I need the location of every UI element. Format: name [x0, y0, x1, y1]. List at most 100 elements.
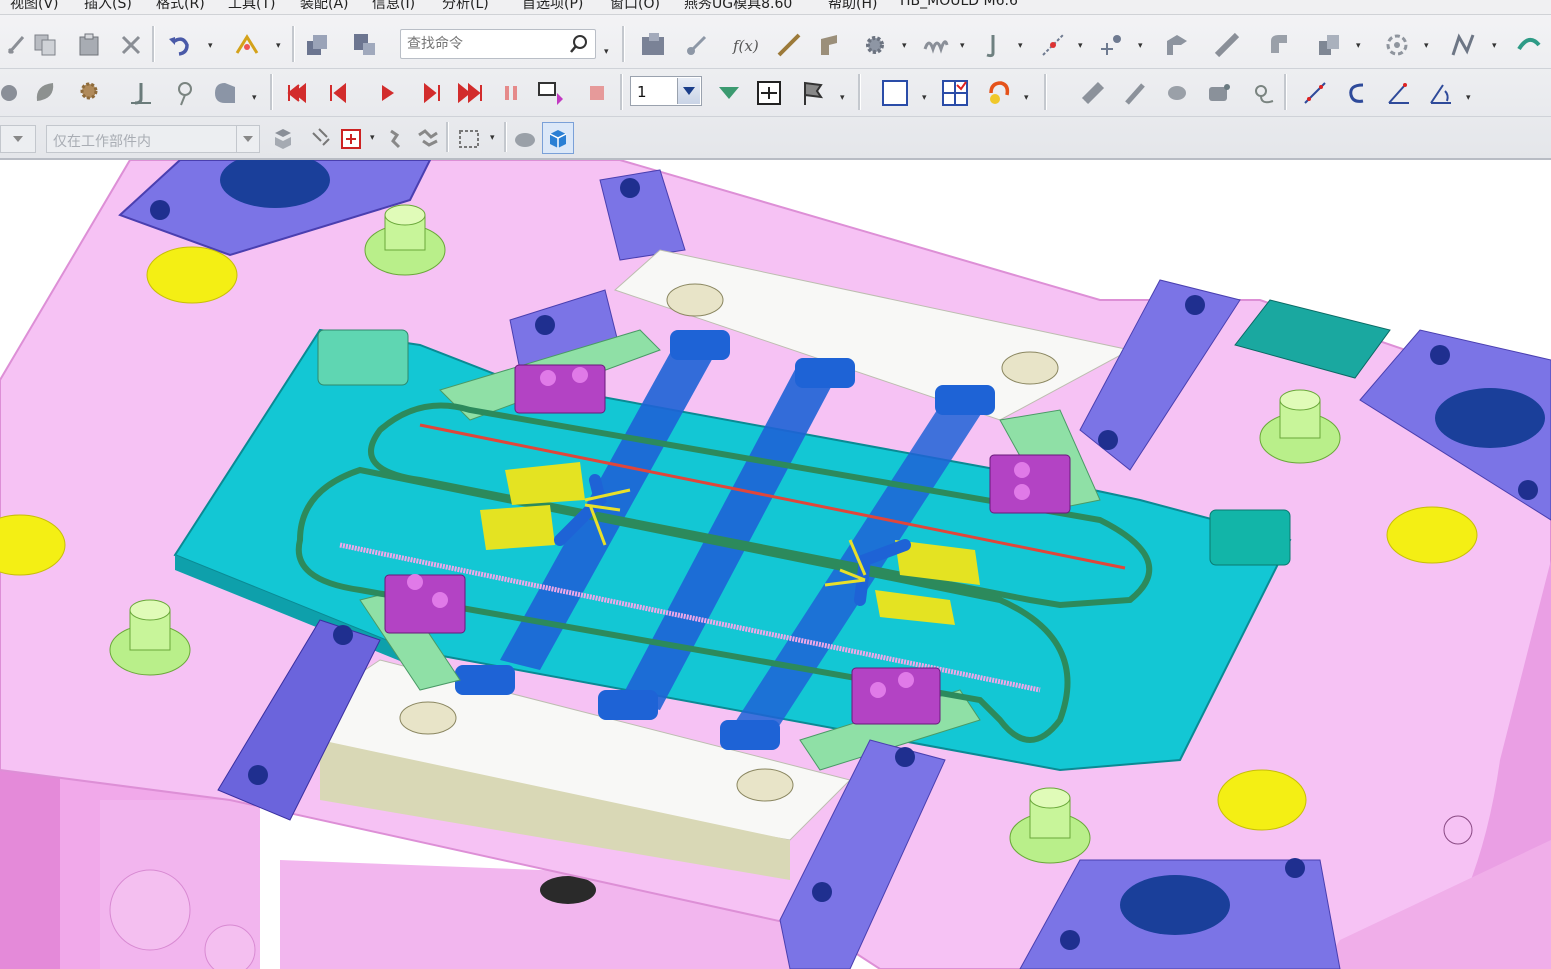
menu-analysis[interactable]: 分析(L)	[442, 0, 489, 13]
refresh-dropdown-icon[interactable]: ▾	[1024, 94, 1032, 103]
menu-help[interactable]: 帮助(H)	[828, 0, 877, 13]
refresh-icon[interactable]	[982, 76, 1016, 110]
point-snap-icon[interactable]	[334, 122, 368, 156]
component-select-icon[interactable]	[266, 122, 300, 156]
curve-on-surface-icon[interactable]	[1246, 76, 1280, 110]
reposition-icon[interactable]	[168, 76, 202, 110]
pause-icon[interactable]	[494, 76, 528, 110]
flag-dropdown-icon[interactable]: ▾	[840, 94, 848, 103]
menu-tools[interactable]: 工具(T)	[228, 0, 275, 13]
curve-icon[interactable]	[976, 28, 1010, 62]
step-forward-icon[interactable]	[416, 76, 450, 110]
pad-icon[interactable]	[1202, 76, 1236, 110]
axis-constraint-icon[interactable]	[752, 76, 786, 110]
selection-scope-combo[interactable]: 仅在工作部件内	[46, 125, 260, 153]
wave-icon[interactable]	[412, 122, 446, 156]
chevron-down-icon[interactable]	[236, 126, 259, 152]
sketch-dropdown-icon[interactable]: ▾	[276, 42, 284, 51]
undo-dropdown-icon[interactable]: ▾	[208, 42, 216, 51]
rectangle-select-icon[interactable]	[452, 122, 486, 156]
thread-icon[interactable]	[1076, 76, 1110, 110]
filter-down-icon[interactable]	[712, 76, 746, 110]
gear-icon[interactable]	[858, 28, 892, 62]
stop-icon[interactable]	[580, 76, 614, 110]
unite-icon[interactable]	[1312, 28, 1346, 62]
measure-icon[interactable]	[1210, 28, 1244, 62]
menu-yanxiu-mold[interactable]: 燕秀UG模具8.60	[684, 0, 792, 13]
graphics-viewport[interactable]	[0, 160, 1551, 969]
delete-icon[interactable]	[114, 28, 148, 62]
point-icon[interactable]	[1094, 28, 1128, 62]
menu-hb-mould[interactable]: HB_MOULD M6.6	[900, 0, 1018, 9]
menu-view[interactable]: 视图(V)	[10, 0, 59, 13]
search-dropdown-icon[interactable]: ▾	[604, 48, 612, 57]
view-frame-icon[interactable]	[878, 76, 912, 110]
arc-icon[interactable]	[1340, 76, 1374, 110]
face-icon[interactable]	[1160, 28, 1194, 62]
step-count-combo[interactable]: 1	[630, 76, 702, 106]
angular-dimension-icon[interactable]	[1424, 76, 1458, 110]
hidden-select-icon[interactable]	[508, 122, 542, 156]
copy-icon[interactable]	[28, 28, 62, 62]
component-gear-icon[interactable]	[72, 76, 106, 110]
rewind-start-icon[interactable]	[280, 76, 314, 110]
command-search-input[interactable]	[405, 30, 569, 58]
paste-icon[interactable]	[72, 28, 106, 62]
rectangle-select-dropdown-icon[interactable]: ▾	[490, 134, 498, 143]
menu-information[interactable]: 信息(I)	[372, 0, 415, 13]
flower-icon[interactable]	[0, 76, 26, 110]
unite-dropdown-icon[interactable]: ▾	[1356, 42, 1364, 51]
move-icon[interactable]	[380, 122, 414, 156]
point-set-icon[interactable]	[680, 28, 714, 62]
rotate-dropdown-icon[interactable]: ▾	[1424, 42, 1432, 51]
chevron-down-icon[interactable]	[677, 78, 700, 104]
extrude-icon[interactable]	[300, 28, 334, 62]
gear-dropdown-icon[interactable]: ▾	[902, 42, 910, 51]
rotate-view-icon[interactable]	[1380, 28, 1414, 62]
dimension-dropdown-icon[interactable]: ▾	[1466, 94, 1474, 103]
spring-dropdown-icon[interactable]: ▾	[960, 42, 968, 51]
insert-block	[851, 667, 941, 725]
constraint-icon[interactable]	[124, 76, 158, 110]
block-feature-icon[interactable]	[636, 28, 670, 62]
type-filter-combo[interactable]	[0, 125, 36, 153]
layer-grid-icon[interactable]	[938, 76, 972, 110]
curve-dropdown-icon[interactable]: ▾	[1018, 42, 1026, 51]
sketch-icon[interactable]	[230, 28, 264, 62]
mold-assembly-model[interactable]	[0, 160, 1551, 969]
spline-icon[interactable]	[1446, 28, 1480, 62]
finish-flag-icon[interactable]	[796, 76, 830, 110]
show-model-icon[interactable]	[542, 122, 574, 154]
offset-icon[interactable]	[1262, 28, 1296, 62]
menu-preferences[interactable]: 首选项(P)	[522, 0, 583, 13]
menu-window[interactable]: 窗口(O)	[610, 0, 660, 13]
datum-plane-icon[interactable]	[814, 28, 848, 62]
swept-icon[interactable]	[1512, 28, 1546, 62]
point-line-icon[interactable]	[1036, 28, 1070, 62]
undo-icon[interactable]	[162, 28, 196, 62]
point-dropdown-icon[interactable]: ▾	[1078, 42, 1086, 51]
cylinder-icon[interactable]	[1160, 76, 1194, 110]
boolean-icon[interactable]	[348, 28, 382, 62]
view-frame-dropdown-icon[interactable]: ▾	[922, 94, 930, 103]
spring-icon[interactable]	[918, 28, 952, 62]
search-icon[interactable]	[569, 34, 589, 58]
menu-format[interactable]: 格式(R)	[156, 0, 205, 13]
snap-dropdown-icon[interactable]: ▾	[370, 134, 378, 143]
pin-icon[interactable]	[1118, 76, 1152, 110]
menu-assembly[interactable]: 装配(A)	[300, 0, 349, 13]
shell-dropdown-icon[interactable]: ▾	[252, 94, 260, 103]
record-animation-icon[interactable]	[532, 74, 566, 108]
step-back-icon[interactable]	[320, 76, 354, 110]
point-options-dropdown-icon[interactable]: ▾	[1138, 42, 1146, 51]
menu-insert[interactable]: 插入(S)	[84, 0, 132, 13]
play-icon[interactable]	[370, 76, 404, 110]
shell-icon[interactable]	[208, 76, 242, 110]
spline-dropdown-icon[interactable]: ▾	[1492, 42, 1500, 51]
fast-forward-end-icon[interactable]	[454, 76, 488, 110]
line-icon[interactable]	[772, 28, 806, 62]
leaf-icon[interactable]	[28, 76, 62, 110]
dimension-icon[interactable]	[1298, 76, 1332, 110]
angle-icon[interactable]	[1382, 76, 1416, 110]
expression-icon[interactable]: f(x)	[728, 28, 762, 62]
